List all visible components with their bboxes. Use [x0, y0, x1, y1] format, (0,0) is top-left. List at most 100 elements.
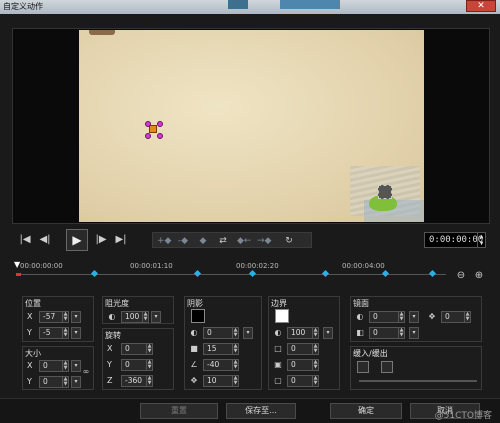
position-x-input[interactable]: -57 ▲ ▼	[39, 311, 69, 323]
resize-handle-icon[interactable]	[157, 121, 163, 127]
timecode-spinner[interactable]: ▲ ▼	[477, 233, 485, 247]
save-as-button[interactable]: 保存至...	[226, 403, 296, 419]
timeline-ruler[interactable]: 00:00:00:00 00:00:01:10 00:00:02:20 00:0…	[14, 260, 446, 280]
fade-panel: 缓入/缓出	[350, 346, 482, 390]
position-x-dropdown[interactable]: ▾	[71, 311, 81, 323]
keyframe-toolbar: +◆ -◆ ◆ ⇄ ◆← →◆ ↻	[152, 232, 312, 248]
add-keyframe-icon[interactable]: +◆	[157, 235, 171, 247]
close-button[interactable]: ✕	[466, 0, 496, 12]
play-button[interactable]: ▶	[66, 229, 88, 251]
rotation-y-row: Y 0 ▲ ▼	[107, 359, 173, 371]
mirror-row-1: ◐ 0 ▲ ▼ ▾ ✥ 0 ▲ ▼	[355, 311, 481, 323]
border-opacity-input[interactable]: 100 ▲ ▼	[287, 327, 319, 339]
timeline[interactable]: 00:00:00:00 00:00:01:10 00:00:02:20 00:0…	[12, 256, 490, 290]
size-label: 大小	[25, 349, 41, 358]
next-keyframe-icon[interactable]: →◆	[257, 235, 271, 247]
shadow-distance-input[interactable]: 10 ▲ ▼	[203, 375, 239, 387]
axis-y-label: Y	[107, 360, 112, 369]
tick-label: 00:00:04:00	[342, 262, 385, 270]
border-color-swatch[interactable]	[275, 309, 289, 323]
zoom-out-icon[interactable]: ⊖	[455, 270, 467, 282]
shadow-opacity-input[interactable]: 0 ▲ ▼	[203, 327, 239, 339]
border-dropdown[interactable]: ▾	[323, 327, 333, 339]
mirror-gradient-dropdown[interactable]: ▾	[409, 327, 419, 339]
fade-out-button[interactable]	[381, 361, 393, 373]
resize-handle-icon[interactable]	[145, 133, 151, 139]
mirror-dropdown[interactable]: ▾	[409, 311, 419, 323]
size-panel: 大小 X 0 ▲ ▼ ▾ Y 0 ▲ ▼ ▾ ∞	[22, 346, 94, 390]
mirror-move-icon: ✥	[428, 312, 436, 321]
shadow-row-1: ◐ 0 ▲ ▼ ▾	[189, 327, 261, 339]
keyframe-marker[interactable]	[321, 269, 330, 278]
shadow-blur-input[interactable]: 15 ▲ ▼	[203, 343, 239, 355]
size-x-input[interactable]: 0 ▲ ▼	[39, 360, 69, 372]
size-y-dropdown[interactable]: ▾	[71, 376, 81, 388]
go-end-button[interactable]: ▶|	[114, 233, 128, 247]
mirror-opacity-input[interactable]: 0 ▲ ▼	[369, 311, 405, 323]
ok-button[interactable]: 确定	[330, 403, 402, 419]
border-row-3: ▣ 0 ▲ ▼	[273, 359, 339, 371]
shadow-angle-input[interactable]: -40 ▲ ▼	[203, 359, 239, 371]
rotation-z-row: Z -360 ▲ ▼	[107, 375, 173, 387]
border-blur-input[interactable]: 0 ▲ ▼	[287, 359, 319, 371]
border-label: 边界	[271, 299, 287, 308]
timecode-field[interactable]: 0:00:00:00 ▲ ▼	[424, 232, 486, 248]
resize-handle-icon[interactable]	[157, 133, 163, 139]
rotate-keyframe-icon[interactable]: ↻	[283, 235, 295, 247]
position-panel: 位置 X -57 ▲ ▼ ▾ Y -5 ▲ ▼ ▾	[22, 296, 94, 342]
zoom-in-icon[interactable]: ⊕	[473, 270, 485, 282]
tick-label: 00:00:02:20	[236, 262, 279, 270]
footer-bar: 重置 保存至... 确定 取消 @51CTO博客	[0, 398, 500, 423]
fade-in-button[interactable]	[357, 361, 369, 373]
size-x-dropdown[interactable]: ▾	[71, 360, 81, 372]
opacity-dropdown[interactable]: ▾	[151, 311, 161, 323]
link-icon[interactable]: ∞	[81, 367, 91, 377]
keyframe-marker[interactable]	[381, 269, 390, 278]
rotation-label: 旋转	[105, 331, 121, 340]
rotation-z-input[interactable]: -360 ▲ ▼	[121, 375, 153, 387]
axis-x-label: X	[27, 312, 33, 321]
preview-canvas[interactable]	[79, 30, 424, 222]
title-bar: 自定义动作 ✕	[0, 0, 500, 14]
go-start-button[interactable]: |◀	[18, 233, 32, 247]
position-label: 位置	[25, 299, 41, 308]
overlay-object[interactable]	[149, 125, 157, 133]
border-radius-input[interactable]: 0 ▲ ▼	[287, 375, 319, 387]
prev-frame-button[interactable]: ◀|	[38, 233, 52, 247]
shadow-color-swatch[interactable]	[191, 309, 205, 323]
mirror-row-2: ◧ 0 ▲ ▼ ▾	[355, 327, 481, 339]
position-y-dropdown[interactable]: ▾	[71, 327, 81, 339]
window-title: 自定义动作	[3, 2, 43, 11]
shadow-dropdown[interactable]: ▾	[243, 327, 253, 339]
preview-area	[12, 28, 490, 224]
shadow-row-3: ∠ -40 ▲ ▼	[189, 359, 261, 371]
border-width-input[interactable]: 0 ▲ ▼	[287, 343, 319, 355]
overlay-object-selected[interactable]	[378, 185, 392, 199]
size-y-input[interactable]: 0 ▲ ▼	[39, 376, 69, 388]
reset-button[interactable]: 重置	[140, 403, 218, 419]
border-row-4: ▢ 0 ▲ ▼	[273, 375, 339, 387]
next-frame-button[interactable]: |▶	[94, 233, 108, 247]
remove-keyframe-icon[interactable]: -◆	[177, 235, 189, 247]
axis-z-label: Z	[107, 376, 113, 385]
fade-slider-track[interactable]	[359, 380, 477, 382]
rotation-y-input[interactable]: 0 ▲ ▼	[121, 359, 153, 371]
position-y-input[interactable]: -5 ▲ ▼	[39, 327, 69, 339]
keyframe-marker[interactable]	[428, 269, 437, 278]
playhead-icon[interactable]: ▼	[14, 260, 20, 269]
opacity-input[interactable]: 100 ▲ ▼	[121, 311, 149, 323]
keyframe-marker[interactable]	[248, 269, 257, 278]
swap-keyframe-icon[interactable]: ⇄	[217, 235, 229, 247]
axis-y-label: Y	[27, 328, 32, 337]
mirror-gradient-input[interactable]: 0 ▲ ▼	[369, 327, 405, 339]
keyframe-icon[interactable]: ◆	[197, 235, 209, 247]
mirror-opacity-icon: ◐	[356, 312, 364, 321]
resize-handle-icon[interactable]	[145, 121, 151, 127]
keyframe-marker[interactable]	[193, 269, 202, 278]
rotation-x-input[interactable]: 0 ▲ ▼	[121, 343, 153, 355]
timecode-value: 0:00:00:00	[429, 235, 484, 245]
mirror-offset-input[interactable]: 0 ▲ ▼	[441, 311, 471, 323]
prev-keyframe-icon[interactable]: ◆←	[237, 235, 251, 247]
keyframe-marker[interactable]	[90, 269, 99, 278]
position-y-row: Y -5 ▲ ▼ ▾	[27, 327, 93, 339]
